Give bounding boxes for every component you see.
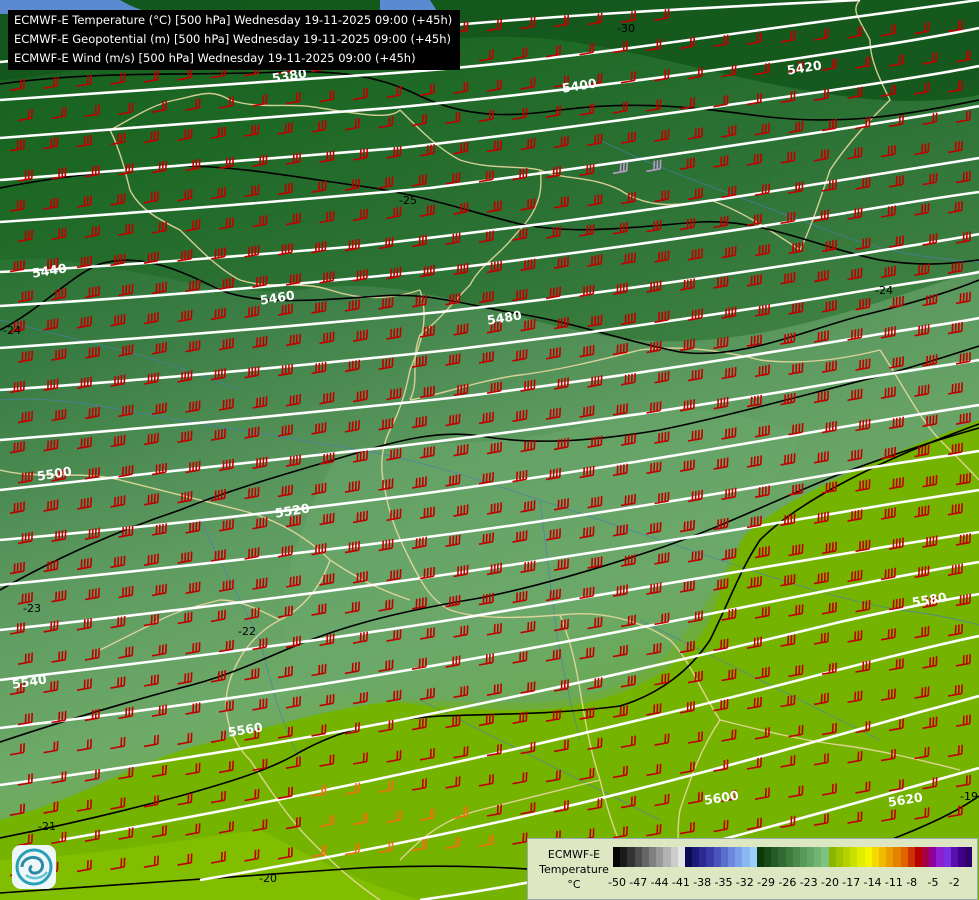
legend-swatch <box>914 847 923 867</box>
legend-swatch <box>713 847 721 867</box>
temperature-label: -24 <box>3 324 21 337</box>
legend-swatch <box>735 847 743 867</box>
legend-swatch <box>620 847 628 867</box>
temperature-label: -23 <box>23 602 41 615</box>
legend-tick-label: -26 <box>778 876 797 889</box>
legend-swatch <box>778 847 786 867</box>
legend-swatch <box>613 847 621 867</box>
legend-colorbar <box>613 847 973 867</box>
legend-swatch <box>936 847 944 867</box>
legend-tick-label: -50 <box>608 876 626 889</box>
temperature-label: -21 <box>38 820 56 833</box>
legend-tick-label: -41 <box>671 876 690 889</box>
legend-swatch <box>850 847 858 867</box>
temperature-label: -19 <box>960 790 978 803</box>
legend-tick-label: -8 <box>906 876 918 889</box>
legend-tick-label: -17 <box>842 876 861 889</box>
legend-tick-label: -32 <box>735 876 754 889</box>
legend-unit: °C <box>567 878 581 891</box>
legend-swatch <box>843 847 851 867</box>
legend-swatch <box>965 847 973 867</box>
legend-swatch <box>720 847 728 867</box>
legend-swatch <box>907 847 915 867</box>
legend-tick-label: -14 <box>863 876 882 889</box>
legend-swatch <box>656 847 664 867</box>
legend-tick-label: -29 <box>757 876 776 889</box>
legend-swatch <box>728 847 736 867</box>
legend-swatch <box>835 847 843 867</box>
temperature-legend: ECMWF-E Temperature °C -50 -47 -44 -41 -38 -3… <box>527 838 978 900</box>
legend-swatch <box>814 847 822 867</box>
legend-swatch <box>878 847 887 867</box>
legend-tick-label: -5 <box>927 876 939 889</box>
legend-swatch <box>807 847 815 867</box>
legend-swatch <box>929 847 937 867</box>
temperature-label: -30 <box>617 22 635 35</box>
legend-tick-label: -2 <box>948 876 960 889</box>
legend-swatch <box>677 847 685 867</box>
legend-swatch <box>821 847 829 867</box>
legend-swatch <box>950 847 958 867</box>
legend-swatch <box>742 847 750 867</box>
legend-swatch <box>663 847 671 867</box>
legend-title-line2: Temperature <box>539 863 609 876</box>
legend-tick-label: -23 <box>799 876 818 889</box>
temperature-label: -25 <box>399 194 417 207</box>
title-temperature: ECMWF-E Temperature (°C) [500 hPa] Wedne… <box>14 13 453 27</box>
legend-title: ECMWF-E Temperature °C <box>534 847 614 892</box>
legend-tick-label: -38 <box>693 876 712 889</box>
legend-swatch <box>943 847 951 867</box>
legend-swatch <box>749 847 757 867</box>
legend-swatch <box>785 847 793 867</box>
temperature-label: -22 <box>238 625 256 638</box>
title-geopotential: ECMWF-E Geopotential (m) [500 hPa] Wedne… <box>14 32 451 46</box>
legend-swatch <box>627 847 635 867</box>
legend-swatch <box>641 847 649 867</box>
temperature-label: -24 <box>875 284 893 297</box>
legend-swatch <box>684 847 693 867</box>
map-title: ECMWF-E Temperature (°C) [500 hPa] Wedne… <box>8 10 461 70</box>
legend-tick-label: -20 <box>821 876 839 889</box>
weather-map: 5380 540054205440546054805500552055405560… <box>0 0 979 900</box>
temperature-label: -20 <box>259 872 277 885</box>
legend-swatch <box>828 847 836 867</box>
legend-title-line1: ECMWF-E <box>547 848 601 861</box>
legend-swatch <box>900 847 908 867</box>
legend-tick-label: -47 <box>629 876 648 889</box>
legend-swatch <box>648 847 657 867</box>
legend-swatch <box>857 847 865 867</box>
legend-tick-label: -35 <box>714 876 733 889</box>
legend-tick-label: -44 <box>650 876 669 889</box>
legend-swatch <box>763 847 772 867</box>
legend-swatch <box>670 847 678 867</box>
swirl-icon <box>15 848 53 886</box>
legend-swatch <box>871 847 879 867</box>
title-wind: ECMWF-E Wind (m/s) [500 hPa] Wednesday 1… <box>14 51 416 65</box>
legend-swatch <box>756 847 764 867</box>
legend-swatch <box>699 847 707 867</box>
legend-swatch <box>706 847 714 867</box>
legend-swatch <box>893 847 901 867</box>
legend-swatch <box>792 847 800 867</box>
legend-swatch <box>864 847 872 867</box>
legend-swatch <box>886 847 894 867</box>
ecmwf-logo <box>12 845 56 889</box>
legend-swatch <box>958 847 966 867</box>
legend-swatch <box>922 847 930 867</box>
legend-swatch <box>634 847 642 867</box>
legend-swatch <box>771 847 779 867</box>
legend-swatch <box>799 847 808 867</box>
legend-swatch <box>692 847 700 867</box>
legend-tick-label: -11 <box>884 876 903 889</box>
